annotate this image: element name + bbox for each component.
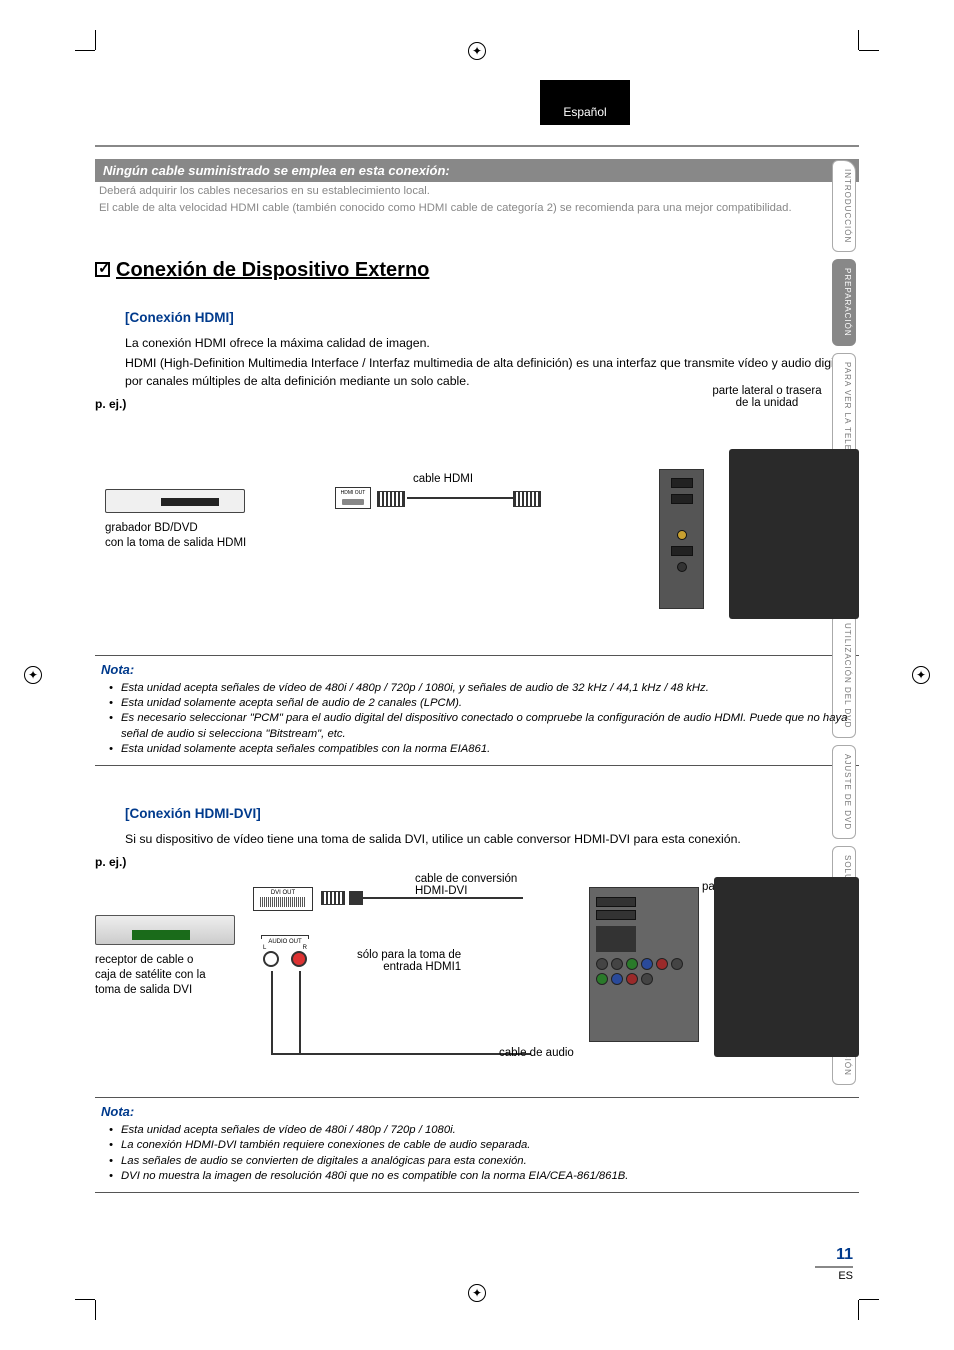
rca-port-icon [596, 958, 608, 970]
hdmi1-input-note: sólo para la toma de entrada HDMI1 [357, 949, 461, 973]
rca-port-icon [611, 958, 623, 970]
component-pb-port-icon [641, 958, 653, 970]
hdmi-slot-icon [596, 910, 636, 920]
audio-cable-label: cable de audio [499, 1047, 574, 1059]
hdmi-port-icon [671, 494, 693, 504]
headphone-port-icon [677, 562, 687, 572]
dvi-out-port-icon: DVI OUT [253, 887, 313, 911]
dvi-connector-icon [321, 891, 345, 905]
vga-port-icon [596, 926, 636, 952]
audio-l-label: L [263, 945, 266, 951]
cable-receiver-label: receptor de cable o caja de satélite con… [95, 953, 206, 998]
hdmi-section: [Conexión HDMI] La conexión HDMI ofrece … [125, 310, 859, 391]
crop-mark-icon [75, 1299, 95, 1300]
conversion-cable-label: cable de conversión HDMI-DVI [415, 873, 517, 897]
divider [95, 145, 859, 147]
hdmi-note-item: Esta unidad acepta señales de vídeo de 4… [113, 681, 853, 696]
component-y-port-icon [626, 958, 638, 970]
hdmi-dvi-note-item: DVI no muestra la imagen de resolución 4… [113, 1169, 853, 1184]
hdmi-slot-icon [596, 897, 636, 907]
page-number: 11 [815, 1246, 853, 1264]
hdmi-note-item: Esta unidad solamente acepta señal de au… [113, 696, 853, 711]
language-tab: Español [540, 80, 630, 125]
hdmi-out-port-icon: HDMI OUT [335, 487, 371, 509]
cable-line [271, 971, 273, 1055]
av-port-icon [677, 530, 687, 540]
component-y-port-icon [596, 973, 608, 985]
hdmi-connector-icon [513, 491, 541, 507]
tv-unit-icon [729, 449, 859, 619]
hdmi-port-icon [671, 478, 693, 488]
bd-dvd-recorder-icon [105, 489, 245, 513]
section-title-external-device: Conexión de Dispositivo Externo [95, 259, 859, 282]
cable-notice-line1: Deberá adquirir los cables necesarios en… [95, 182, 859, 199]
hdmi-dvi-heading: [Conexión HDMI-DVI] [125, 806, 859, 821]
hdmi-heading: [Conexión HDMI] [125, 310, 859, 325]
component-pr-port-icon [656, 958, 668, 970]
section-tab-ajuste-dvd: AJUSTE DE DVD [832, 745, 856, 839]
rca-port-icon [641, 973, 653, 985]
component-pb-port-icon [611, 973, 623, 985]
example-label: p. ej.) [95, 855, 859, 869]
cable-line [363, 897, 523, 899]
cable-receiver-icon [95, 915, 235, 945]
page-number-block: 11 ES [815, 1246, 853, 1282]
hdmi-connection-diagram: grabador BD/DVD con la toma de salida HD… [95, 439, 859, 629]
section-title-text: Conexión de Dispositivo Externo [116, 259, 429, 281]
crop-mark-icon [858, 1300, 859, 1320]
rca-jack-white-icon [263, 951, 279, 967]
hdmi-dvi-note-box: Nota: Esta unidad acepta señales de víde… [95, 1097, 859, 1193]
hdmi-note-item: Es necesario seleccionar "PCM" para el a… [113, 711, 853, 742]
page-region: ES [815, 1270, 853, 1282]
tv-side-panel-icon [659, 469, 704, 609]
print-registration-mark-icon [24, 666, 42, 684]
section-tab-preparacion: PREPARACIÓN [832, 259, 856, 346]
usb-port-icon [671, 546, 693, 556]
crop-mark-icon [95, 1300, 96, 1320]
tv-side-label: parte lateral o trasera de la unidad [707, 385, 827, 409]
audio-out-label: AUDIO OUT L R [257, 935, 313, 951]
checkbox-icon [95, 262, 110, 277]
crop-mark-icon [859, 1299, 879, 1300]
cable-line [299, 971, 301, 1055]
cable-notice-line2: El cable de alta velocidad HDMI cable (t… [95, 199, 859, 216]
hdmi-dvi-note-item: Esta unidad acepta señales de vídeo de 4… [113, 1123, 853, 1138]
note-heading: Nota: [101, 662, 853, 677]
hdmi-paragraph-1: La conexión HDMI ofrece la máxima calida… [125, 335, 859, 353]
crop-mark-icon [859, 50, 879, 51]
bd-dvd-recorder-label: grabador BD/DVD con la toma de salida HD… [105, 521, 246, 551]
tv-unit-back-icon [714, 877, 859, 1057]
hdmi-dvi-section: [Conexión HDMI-DVI] Si su dispositivo de… [125, 806, 859, 849]
component-pr-port-icon [626, 973, 638, 985]
print-registration-mark-icon [912, 666, 930, 684]
cable-line [271, 1053, 531, 1055]
crop-mark-icon [75, 50, 95, 51]
cable-bend-icon [349, 891, 363, 905]
cable-notice-box: Ningún cable suministrado se emplea en e… [95, 159, 859, 217]
hdmi-dvi-connection-diagram: receptor de cable o caja de satélite con… [95, 877, 859, 1077]
section-tab-introduccion: INTRODUCCIÓN [832, 160, 856, 252]
hdmi-connector-icon [377, 491, 405, 507]
page-number-divider [815, 1266, 853, 1268]
hdmi-dvi-note-item: La conexión HDMI-DVI también requiere co… [113, 1138, 853, 1153]
cable-notice-title: Ningún cable suministrado se emplea en e… [95, 159, 859, 182]
tv-back-panel-icon [589, 887, 699, 1042]
rca-jack-red-icon [291, 951, 307, 967]
hdmi-note-box: Nota: Esta unidad acepta señales de víde… [95, 655, 859, 766]
audio-r-label: R [303, 945, 307, 951]
rca-port-icon [671, 958, 683, 970]
cable-line [407, 497, 513, 499]
hdmi-dvi-note-item: Las señales de audio se convierten de di… [113, 1154, 853, 1169]
hdmi-note-item: Esta unidad solamente acepta señales com… [113, 742, 853, 757]
note-heading: Nota: [101, 1104, 853, 1119]
hdmi-dvi-paragraph-1: Si su dispositivo de vídeo tiene una tom… [125, 831, 859, 849]
hdmi-cable-label: cable HDMI [413, 473, 473, 485]
